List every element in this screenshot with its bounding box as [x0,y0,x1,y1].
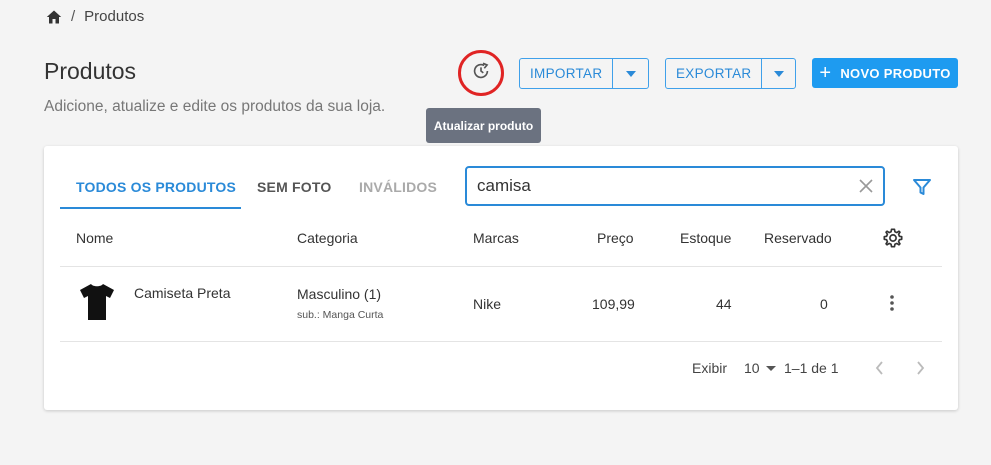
export-dropdown-button[interactable] [761,59,795,88]
column-header-price[interactable]: Preço [597,230,634,246]
products-card: TODOS OS PRODUTOS SEM FOTO INVÁLIDOS Nom… [44,146,958,410]
column-header-category[interactable]: Categoria [297,230,358,246]
active-tab-indicator [60,207,241,209]
product-stock: 44 [716,296,732,312]
product-category: Masculino (1) [297,286,382,302]
chevron-down-icon [625,70,636,77]
page-title: Produtos [44,58,137,84]
product-price: 109,99 [592,296,635,312]
breadcrumb: / Produtos [46,8,144,25]
refresh-icon [470,60,492,87]
header-divider [60,266,942,267]
breadcrumb-separator: / [71,8,76,25]
product-brand: Nike [473,296,502,312]
home-icon[interactable] [46,9,62,25]
tab-no-photo[interactable]: SEM FOTO [257,179,331,195]
search-input[interactable] [475,175,849,197]
product-name[interactable]: Camiseta Preta [134,285,230,301]
column-header-stock[interactable]: Estoque [680,230,731,246]
import-split-button: IMPORTAR [519,58,649,89]
chevron-down-icon [773,70,784,77]
export-split-button: EXPORTAR [665,58,796,89]
export-button[interactable]: EXPORTAR [666,59,761,88]
import-dropdown-button[interactable] [612,59,648,88]
import-button[interactable]: IMPORTAR [520,59,612,88]
product-reserved: 0 [820,296,828,312]
more-vert-icon[interactable] [890,295,894,316]
new-product-label: NOVO PRODUTO [840,65,951,81]
plus-icon: + [819,62,832,84]
column-header-brands[interactable]: Marcas [473,230,519,246]
refresh-tooltip: Atualizar produto [426,108,541,143]
new-product-button[interactable]: + NOVO PRODUTO [812,58,958,88]
chevron-right-icon[interactable] [914,360,926,381]
row-divider [60,341,942,342]
chevron-down-icon[interactable] [766,366,776,371]
page-subtitle: Adicione, atualize e edite os produtos d… [44,98,386,115]
search-field [465,166,885,206]
tab-all-products[interactable]: TODOS OS PRODUTOS [76,179,236,195]
gear-icon[interactable] [882,227,904,254]
column-header-name[interactable]: Nome [76,230,113,246]
rows-per-page-select[interactable]: 10 [744,360,760,376]
chevron-left-icon[interactable] [874,360,886,381]
product-subcategory: sub.: Manga Curta [297,309,384,321]
pagination-range: 1–1 de 1 [784,360,839,376]
tab-invalid[interactable]: INVÁLIDOS [359,179,437,195]
tshirt-icon [78,282,116,327]
clear-search-icon[interactable] [849,168,883,204]
breadcrumb-current: Produtos [84,8,145,25]
rows-per-page-label: Exibir [692,360,728,376]
refresh-button[interactable] [458,50,504,96]
filter-icon[interactable] [912,177,932,202]
column-header-reserved[interactable]: Reservado [764,230,832,246]
